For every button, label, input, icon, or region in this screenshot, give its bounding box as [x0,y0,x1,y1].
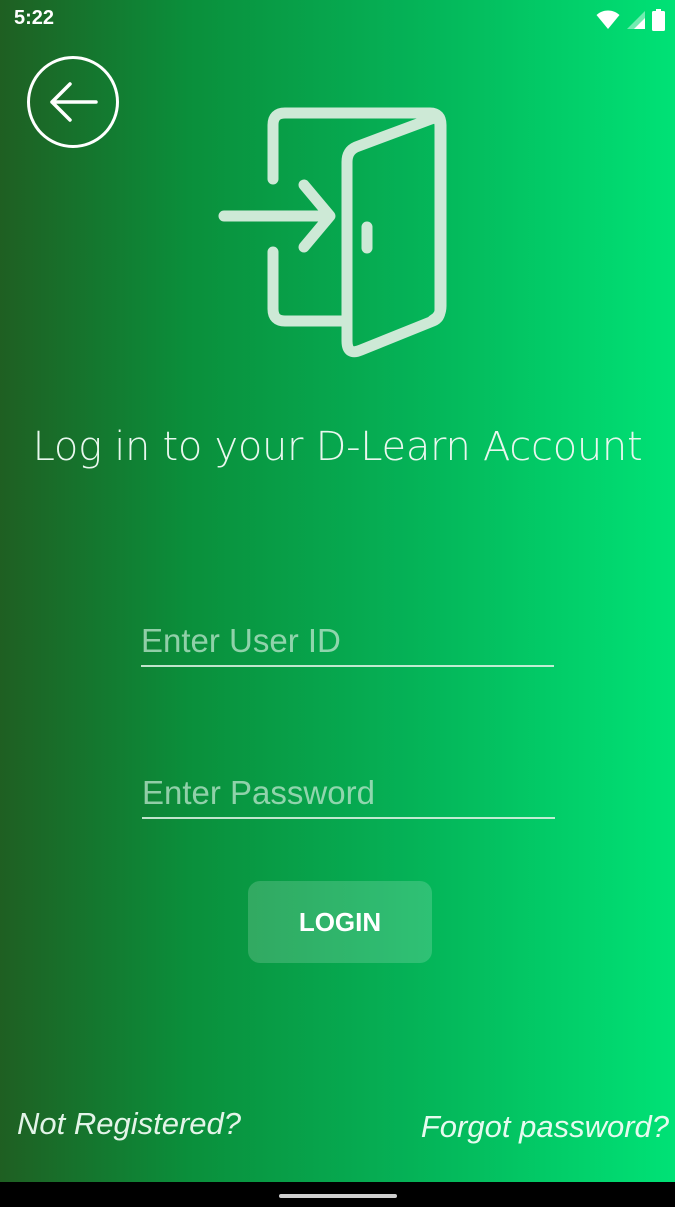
status-icons [596,9,665,35]
login-button[interactable]: LOGIN [248,881,432,963]
battery-icon [652,9,665,35]
home-indicator[interactable] [279,1194,397,1198]
arrow-left-icon [50,82,98,122]
password-input[interactable] [142,769,555,817]
status-bar: 5:22 [0,0,675,40]
login-screen: 5:22 Log in to your D-Learn Account Ente… [0,0,675,1182]
wifi-icon [596,10,620,34]
forgot-password-link[interactable]: Forgot password? [421,1109,669,1145]
user-id-input[interactable] [141,617,554,665]
status-time: 5:22 [14,7,55,29]
navigation-bar [0,1182,675,1207]
password-field [142,769,555,819]
page-title: Log in to your D-Learn Account [32,424,643,470]
user-id-field [141,617,554,667]
not-registered-link[interactable]: Not Registered? [17,1106,241,1142]
door-login-icon [218,107,447,358]
back-button[interactable] [27,56,119,148]
cellular-signal-icon [626,10,646,34]
